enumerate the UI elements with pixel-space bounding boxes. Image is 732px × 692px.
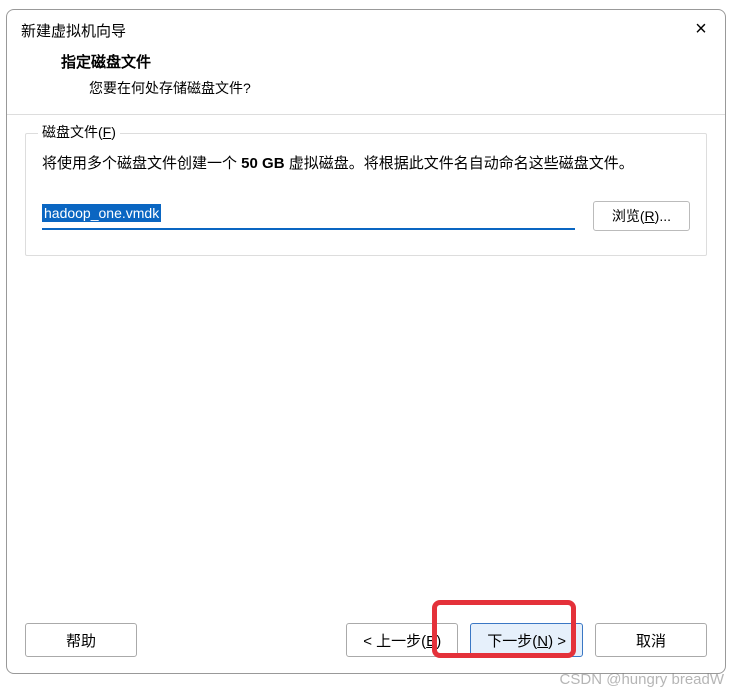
next-button[interactable]: 下一步(N) >: [470, 623, 583, 657]
back-suffix: ): [436, 633, 441, 650]
disk-file-fieldset: 磁盘文件(F) 将使用多个磁盘文件创建一个 50 GB 虚拟磁盘。将根据此文件名…: [25, 133, 707, 256]
browse-button[interactable]: 浏览(R)...: [593, 201, 690, 231]
back-button[interactable]: < 上一步(B): [346, 623, 458, 657]
desc-size: 50 GB: [241, 155, 284, 172]
dialog-title: 新建虚拟机向导: [21, 20, 126, 41]
next-prefix: 下一步(: [487, 633, 537, 650]
browse-accesskey: R: [645, 208, 655, 224]
dialog-header: 新建虚拟机向导 ×: [7, 10, 725, 47]
desc-part2: 虚拟磁盘。将根据此文件名自动命名这些磁盘文件。: [285, 155, 634, 172]
wizard-dialog: 新建虚拟机向导 × 指定磁盘文件 您要在何处存储磁盘文件? 磁盘文件(F) 将使…: [6, 9, 726, 674]
next-accesskey: N: [537, 633, 548, 650]
spacer: [7, 256, 725, 612]
fieldset-legend: 磁盘文件(F): [38, 122, 120, 142]
next-suffix: ) >: [548, 633, 566, 650]
disk-file-value: hadoop_one.vmdk: [42, 204, 161, 222]
divider: [7, 114, 725, 115]
close-icon[interactable]: ×: [691, 20, 711, 40]
help-button[interactable]: 帮助: [25, 623, 137, 657]
back-prefix: < 上一步(: [363, 633, 426, 650]
cancel-button[interactable]: 取消: [595, 623, 707, 657]
legend-accesskey: F: [103, 124, 112, 140]
disk-file-input[interactable]: hadoop_one.vmdk: [42, 202, 575, 230]
legend-prefix: 磁盘文件(: [42, 124, 103, 140]
fieldset-description: 将使用多个磁盘文件创建一个 50 GB 虚拟磁盘。将根据此文件名自动命名这些磁盘…: [42, 150, 690, 179]
browse-prefix: 浏览(: [612, 208, 645, 224]
dialog-subheader: 指定磁盘文件 您要在何处存储磁盘文件?: [7, 47, 725, 114]
subheader-desc: 您要在何处存储磁盘文件?: [61, 78, 725, 98]
back-accesskey: B: [426, 633, 436, 650]
browse-suffix: )...: [655, 208, 671, 224]
subheader-title: 指定磁盘文件: [61, 51, 725, 72]
dialog-footer: 帮助 < 上一步(B) 下一步(N) > 取消: [7, 611, 725, 673]
desc-part1: 将使用多个磁盘文件创建一个: [42, 155, 241, 172]
file-input-row: hadoop_one.vmdk 浏览(R)...: [42, 201, 690, 231]
legend-suffix: ): [111, 124, 116, 140]
